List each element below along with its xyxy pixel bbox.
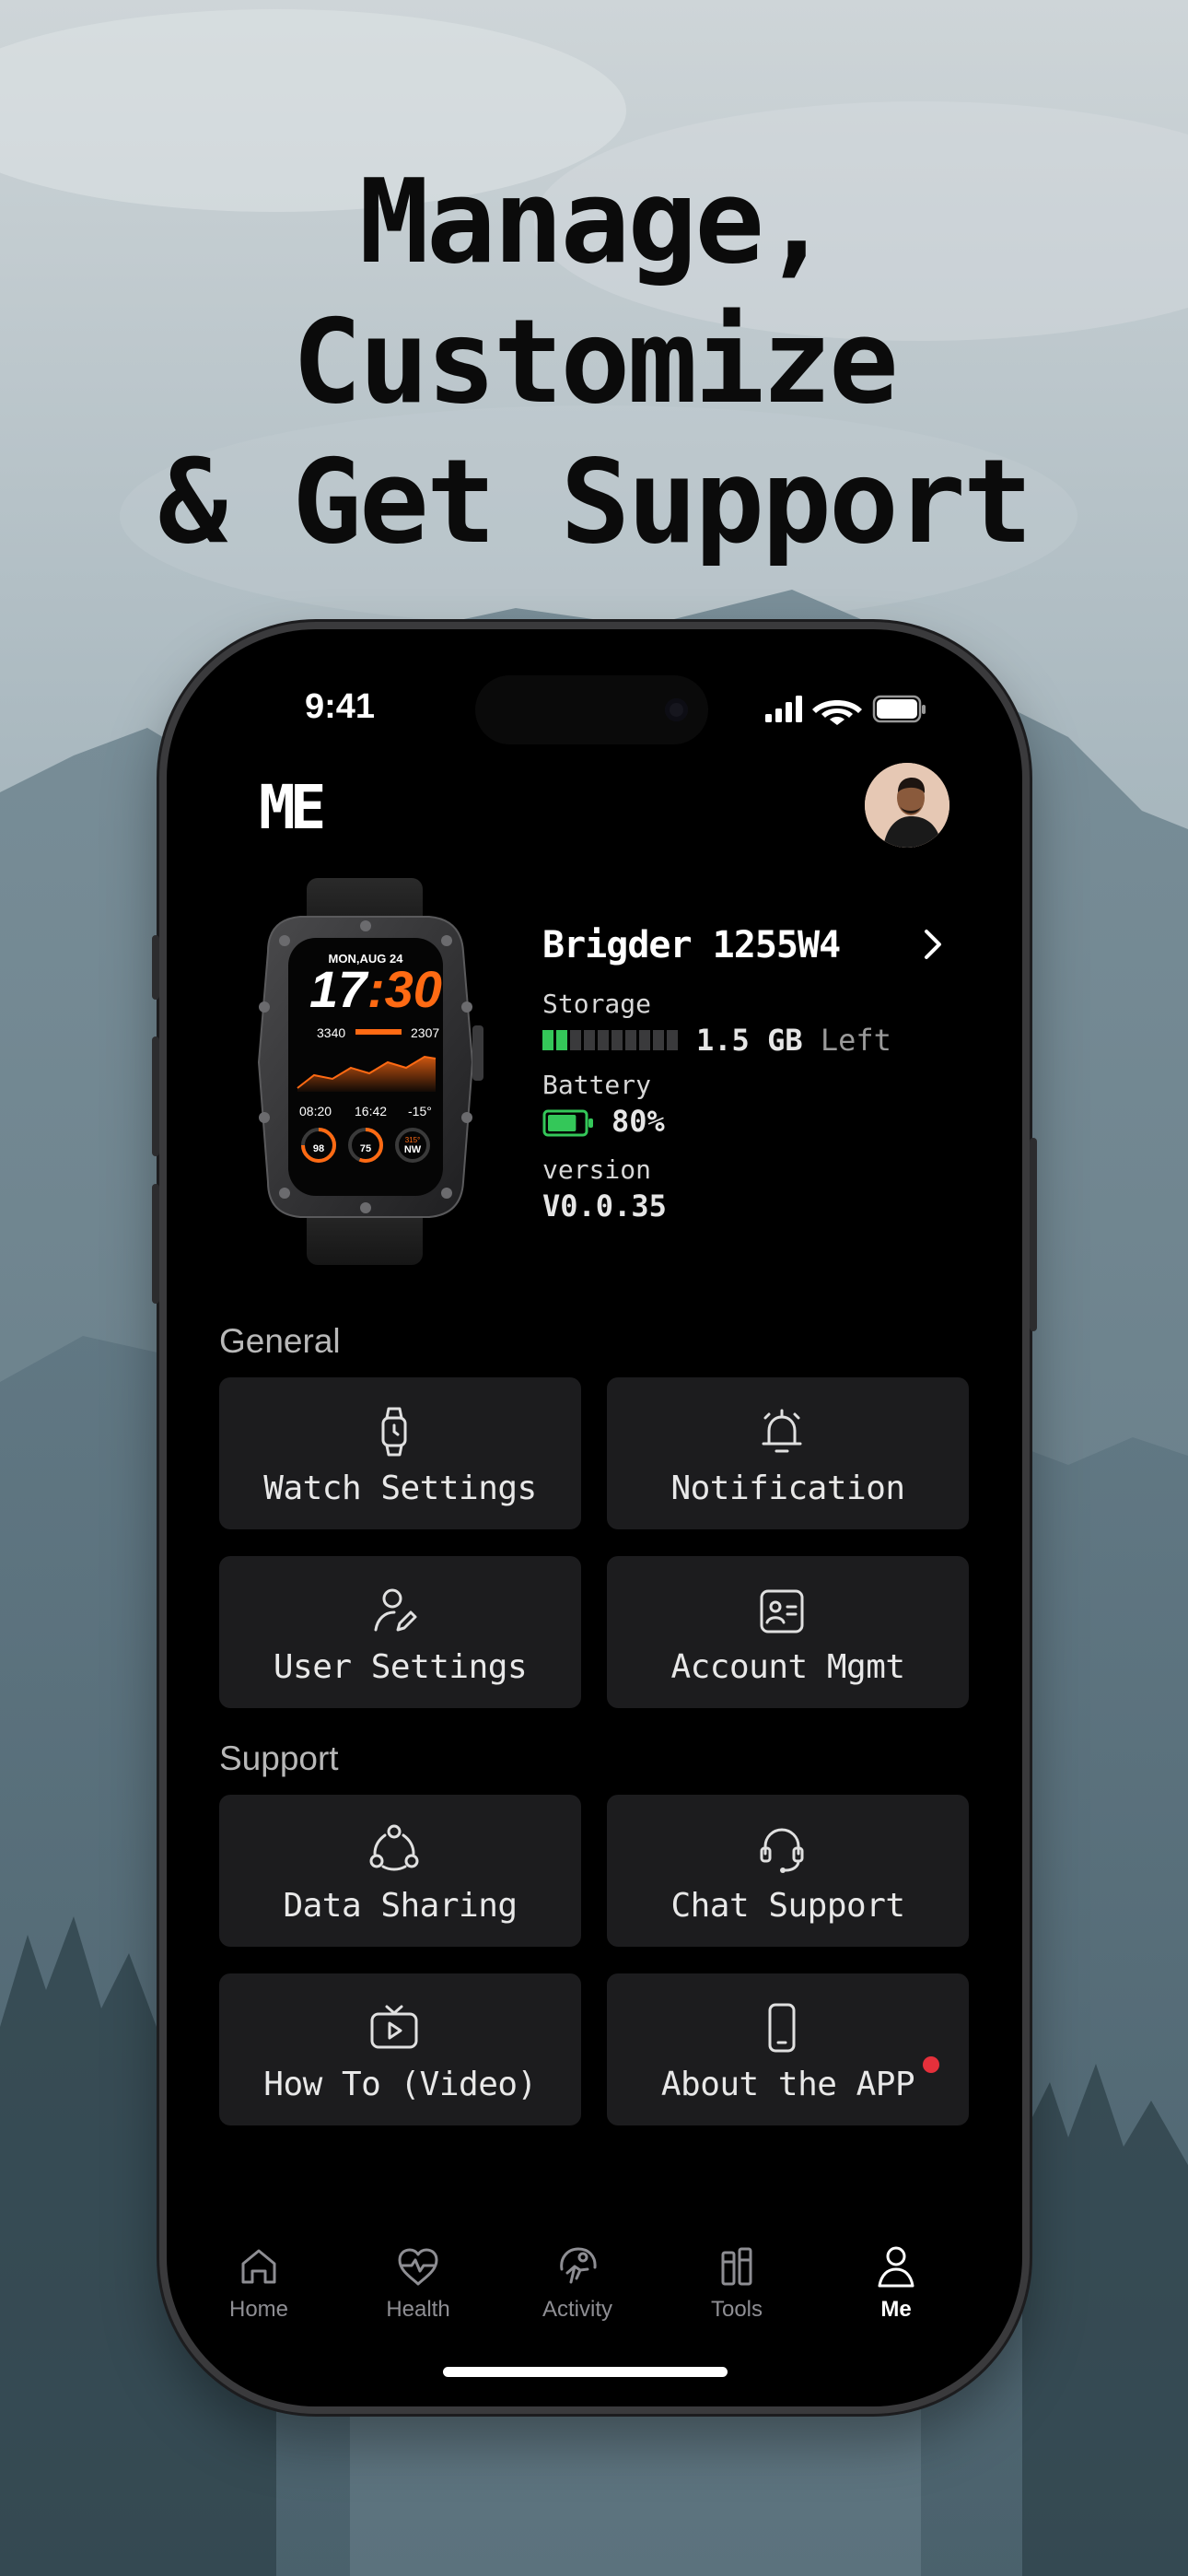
phone-frame: 9:41 ME MON,AUG 24 17:30 3340 2307 08:2… (152, 622, 1037, 2414)
status-time: 9:41 (305, 687, 376, 726)
storage-amount: 1.5 GB (696, 1023, 803, 1058)
notification-button[interactable]: Notification (607, 1377, 969, 1529)
how-to-video-label: How To (Video) (263, 2066, 537, 2103)
volume-up-button (152, 1036, 159, 1156)
chevron-right-icon[interactable] (917, 926, 949, 963)
cellular-signal-icon (765, 696, 802, 722)
headline-line-1: Manage, (358, 154, 832, 289)
tools-icon (721, 2247, 752, 2286)
tab-me-label: Me (880, 2297, 912, 2322)
headline: Manage, Customize & Get Support (0, 152, 1188, 572)
headset-icon (760, 1828, 804, 1873)
phone-icon (768, 2003, 796, 2053)
watch-stat-left: 3340 (317, 1025, 345, 1040)
watch-temp: -15° (408, 1104, 432, 1118)
tab-me[interactable]: Me (822, 2242, 970, 2323)
volume-down-button (152, 1184, 159, 1304)
action-button (152, 935, 159, 1000)
account-mgmt-button[interactable]: Account Mgmt (607, 1556, 969, 1708)
storage-segment (570, 1030, 581, 1050)
storage-segment (667, 1030, 678, 1050)
storage-suffix: Left (820, 1023, 891, 1058)
notification-badge (923, 2056, 939, 2073)
notification-label: Notification (670, 1469, 905, 1507)
video-icon (370, 2005, 418, 2049)
chat-support-label: Chat Support (670, 1887, 905, 1925)
watch-icon (381, 1407, 407, 1457)
storage-segment (625, 1030, 636, 1050)
storage-segment (556, 1030, 567, 1050)
watch-settings-button[interactable]: Watch Settings (219, 1377, 581, 1529)
tab-health[interactable]: Health (344, 2242, 492, 2323)
tab-home-label: Home (228, 2297, 289, 2322)
tab-home[interactable]: Home (185, 2242, 332, 2323)
storage-value: 1.5 GB Left (696, 1023, 891, 1058)
storage-segment (584, 1030, 595, 1050)
data-sharing-label: Data Sharing (283, 1887, 518, 1925)
user-settings-label: User Settings (273, 1648, 528, 1686)
tab-bar: Home Health Activity Tools Me (167, 2242, 1022, 2334)
camera-icon (665, 698, 688, 721)
watch-ring3: NW (404, 1144, 422, 1155)
share-nodes-icon (369, 1824, 419, 1871)
tab-health-label: Health (386, 2297, 450, 2322)
battery-level-icon (542, 1109, 593, 1137)
storage-segment (611, 1030, 623, 1050)
watch-ring3-top: 315° (405, 1136, 421, 1144)
watch-minute: :30 (367, 960, 442, 1018)
person-icon (878, 2246, 914, 2288)
device-name[interactable]: Brigder 1255W4 (542, 924, 841, 966)
storage-segment (542, 1030, 553, 1050)
watch-hour: 17 (309, 960, 369, 1018)
version-value: V0.0.35 (542, 1188, 667, 1224)
watch-image: MON,AUG 24 17 :30 3340 2307 08:20 16:42 … (257, 878, 483, 1265)
about-app-label: About the APP (660, 2066, 915, 2103)
home-indicator[interactable] (443, 2367, 728, 2377)
watch-ring1: 98 (313, 1143, 324, 1154)
user-edit-icon (374, 1588, 417, 1632)
section-support-label: Support (219, 1739, 339, 1777)
about-app-button[interactable]: About the APP (607, 1973, 969, 2125)
page-title: ME (259, 772, 327, 843)
storage-segment (639, 1030, 650, 1050)
storage-segment (653, 1030, 664, 1050)
data-sharing-button[interactable]: Data Sharing (219, 1795, 581, 1947)
storage-label: Storage (542, 989, 652, 1019)
wifi-icon (812, 700, 862, 725)
status-icons (765, 695, 926, 725)
account-mgmt-label: Account Mgmt (670, 1648, 905, 1686)
storage-segment (598, 1030, 609, 1050)
chat-support-button[interactable]: Chat Support (607, 1795, 969, 1947)
avatar[interactable] (865, 763, 949, 848)
activity-icon (560, 2247, 597, 2284)
tab-activity-label: Activity (542, 2297, 612, 2322)
section-general-label: General (219, 1322, 341, 1360)
tab-tools-label: Tools (710, 2297, 763, 2322)
watch-settings-label: Watch Settings (263, 1469, 537, 1507)
id-card-icon (760, 1589, 804, 1633)
storage-bar (542, 1030, 678, 1050)
headline-line-3: & Get Support (157, 434, 1032, 569)
headline-line-2: Customize (292, 294, 899, 429)
tab-tools[interactable]: Tools (663, 2242, 810, 2323)
watch-sunrise: 08:20 (299, 1104, 332, 1118)
bell-icon (762, 1409, 802, 1453)
user-settings-button[interactable]: User Settings (219, 1556, 581, 1708)
battery-value: 80% (611, 1104, 665, 1139)
battery-label: Battery (542, 1070, 652, 1100)
watch-sunset: 16:42 (355, 1104, 387, 1118)
heart-pulse-icon (398, 2248, 438, 2286)
how-to-video-button[interactable]: How To (Video) (219, 1973, 581, 2125)
dynamic-island (475, 675, 708, 744)
watch-stat-right: 2307 (411, 1025, 439, 1040)
tab-activity[interactable]: Activity (504, 2242, 651, 2323)
power-button (1030, 1138, 1037, 1331)
version-label: version (542, 1154, 652, 1185)
phone-screen: 9:41 ME MON,AUG 24 17:30 3340 2307 08:2… (167, 629, 1022, 2406)
home-icon (241, 2249, 276, 2284)
battery-status-icon (872, 695, 926, 723)
avatar-image (865, 763, 949, 848)
watch-ring2: 75 (360, 1143, 371, 1154)
